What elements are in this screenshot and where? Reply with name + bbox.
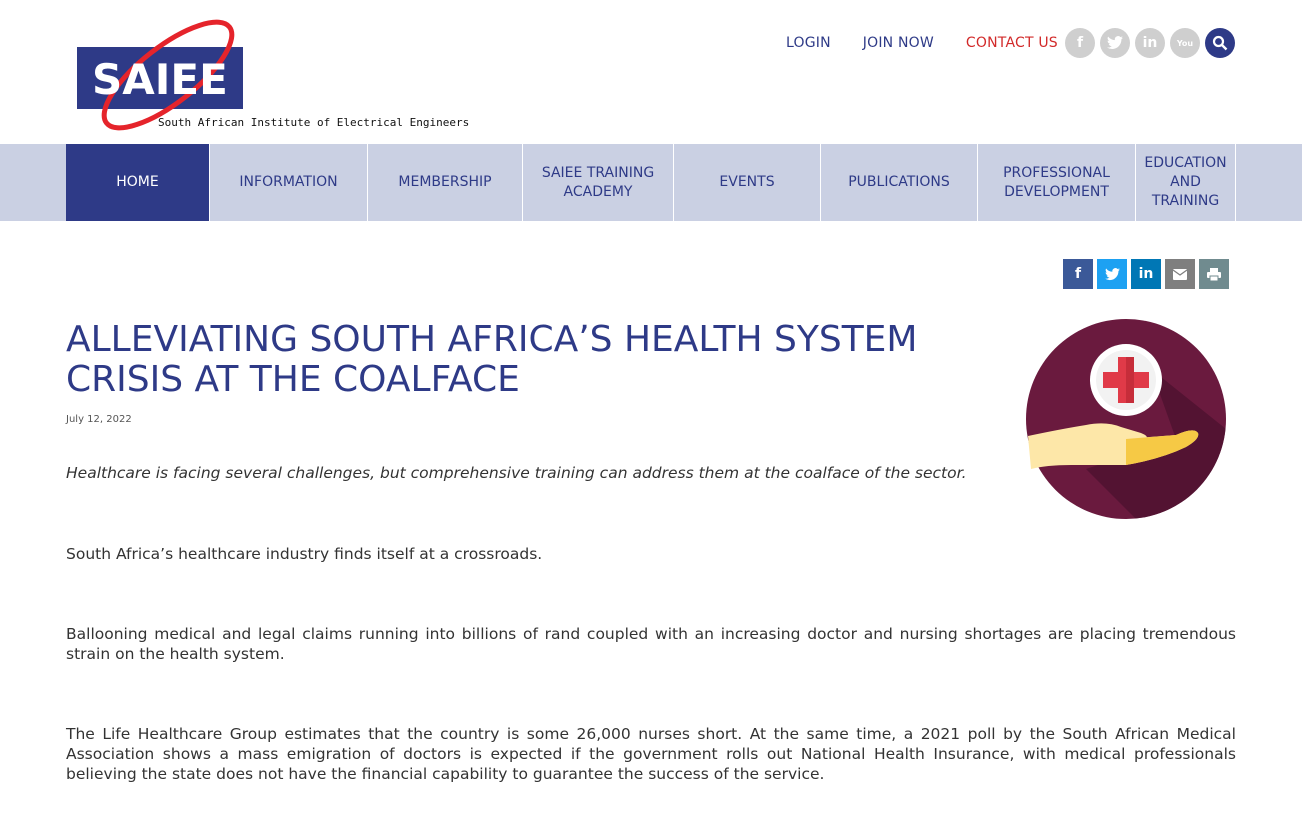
nav-label: PUBLICATIONS: [848, 174, 950, 190]
nav-item-membership[interactable]: MEMBERSHIP: [368, 144, 523, 221]
article-paragraph: Ballooning medical and legal claims runn…: [66, 625, 1236, 663]
twitter-icon[interactable]: [1100, 28, 1130, 58]
nav-label: EVENTS: [719, 174, 775, 190]
article-date: July 12, 2022: [66, 414, 132, 425]
nav-item-information[interactable]: INFORMATION: [210, 144, 368, 221]
svg-text:SAIEE: SAIEE: [92, 55, 228, 104]
nav-item-publications[interactable]: PUBLICATIONS: [821, 144, 978, 221]
twitter-icon[interactable]: [1097, 259, 1127, 289]
email-icon[interactable]: [1165, 259, 1195, 289]
linkedin-icon[interactable]: in: [1131, 259, 1161, 289]
top-links: LOGIN JOIN NOW CONTACT US: [786, 35, 1090, 51]
article-title: ALLEVIATING SOUTH AFRICA’S HEALTH SYSTEM…: [66, 319, 918, 400]
article-paragraph: South Africa’s healthcare industry finds…: [66, 545, 543, 563]
social-links: f in You: [1065, 28, 1235, 58]
saiee-logo[interactable]: SAIEE South African Institute of Electri…: [70, 18, 470, 133]
nav-item-professional-development[interactable]: PROFESSIONAL DEVELOPMENT: [978, 144, 1136, 221]
nav-item-training-academy[interactable]: SAIEE TRAINING ACADEMY: [523, 144, 674, 221]
nav-label: EDUCATION AND TRAINING: [1144, 155, 1227, 209]
nav-label: PROFESSIONAL DEVELOPMENT: [1003, 164, 1110, 200]
nav-label: HOME: [116, 174, 159, 190]
contact-us-link[interactable]: CONTACT US: [966, 35, 1058, 51]
linkedin-icon[interactable]: in: [1135, 28, 1165, 58]
nav-item-home[interactable]: HOME: [66, 144, 210, 221]
facebook-icon[interactable]: f: [1065, 28, 1095, 58]
search-icon[interactable]: [1205, 28, 1235, 58]
main-nav: HOME INFORMATION MEMBERSHIP SAIEE TRAINI…: [0, 144, 1302, 221]
nav-label: INFORMATION: [239, 174, 338, 190]
article-paragraph: The Life Healthcare Group estimates that…: [66, 725, 1236, 783]
nav-label: SAIEE TRAINING ACADEMY: [541, 164, 655, 200]
nav-label: MEMBERSHIP: [398, 174, 492, 190]
article-lead: Healthcare is facing several challenges,…: [66, 464, 967, 482]
join-now-link[interactable]: JOIN NOW: [863, 35, 934, 51]
svg-text:South African Institute of Ele: South African Institute of Electrical En…: [158, 116, 469, 129]
nav-item-education-training[interactable]: EDUCATION AND TRAINING: [1136, 144, 1236, 221]
share-bar: f in: [1063, 259, 1229, 289]
healthcare-hand-cross-illustration: [1026, 319, 1226, 519]
print-icon[interactable]: [1199, 259, 1229, 289]
login-link[interactable]: LOGIN: [786, 35, 831, 51]
youtube-icon[interactable]: You: [1170, 28, 1200, 58]
facebook-icon[interactable]: f: [1063, 259, 1093, 289]
nav-item-events[interactable]: EVENTS: [674, 144, 821, 221]
